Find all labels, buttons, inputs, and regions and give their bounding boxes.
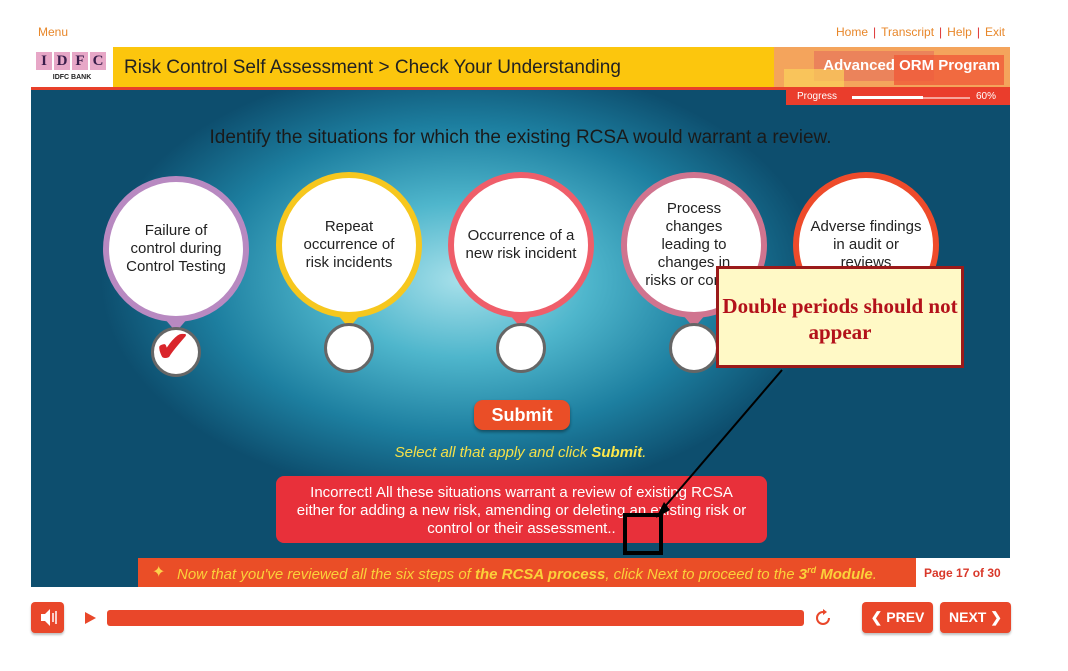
banner-text: Now that you've reviewed all the six ste… (177, 565, 877, 583)
prev-button[interactable]: ❮ PREV (862, 602, 933, 633)
chevron-right-icon: ❯ (990, 609, 1002, 625)
banner-end: . (872, 566, 877, 583)
replay-button[interactable] (814, 609, 832, 632)
page-current: 17 (956, 566, 970, 580)
mouse-icon: ✦ (152, 564, 166, 581)
seek-bar[interactable] (107, 610, 804, 626)
banner-part: Now that you've reviewed all the six ste… (177, 566, 476, 583)
play-button[interactable] (83, 610, 97, 631)
chevron-left-icon: ❮ (870, 609, 883, 625)
speaker-icon (41, 609, 57, 626)
audio-button[interactable] (31, 602, 64, 633)
replay-icon (816, 609, 830, 625)
prev-label: PREV (886, 609, 925, 625)
page-prefix: Page (924, 566, 957, 580)
banner-bold: 3 (798, 566, 808, 583)
banner-bold: Module (816, 566, 873, 583)
highlight-box (623, 513, 663, 555)
page-indicator: Page 17 of 30 (924, 566, 1001, 580)
banner-bold: the RCSA process (475, 566, 606, 583)
banner-part: , click Next to proceed to the (605, 566, 799, 583)
banner-sup: rd (807, 565, 817, 575)
page-sep: of (969, 566, 988, 580)
next-label: NEXT (949, 609, 987, 625)
page-total: 30 (987, 566, 1001, 580)
play-icon (85, 612, 96, 624)
next-button[interactable]: NEXT ❯ (940, 602, 1011, 633)
